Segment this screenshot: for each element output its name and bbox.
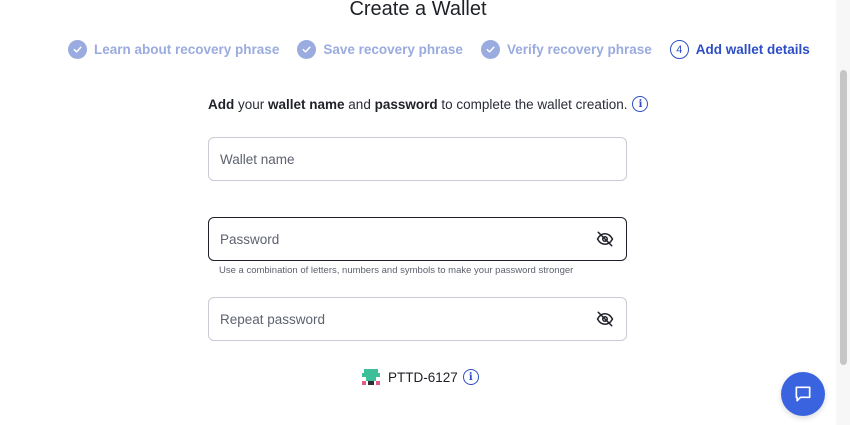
- intro-text-part: your: [234, 96, 269, 112]
- step-label: Verify recovery phrase: [506, 42, 652, 57]
- chat-button[interactable]: [781, 372, 825, 416]
- eye-off-icon[interactable]: [595, 229, 615, 249]
- wallet-name-field: [208, 137, 627, 181]
- check-icon: [68, 40, 87, 59]
- identicon-icon: [362, 368, 380, 386]
- wallet-checksum: PTTD-6127 i: [362, 368, 479, 386]
- scrollbar-thumb[interactable]: [840, 70, 847, 365]
- step-label: Add wallet details: [695, 42, 810, 57]
- password-field: [208, 217, 627, 261]
- info-icon[interactable]: i: [462, 369, 479, 385]
- intro-wallet-name: wallet name: [268, 96, 345, 112]
- step-label: Save recovery phrase: [323, 42, 463, 57]
- repeat-password-field: [208, 297, 627, 341]
- step-save-recovery-phrase[interactable]: Save recovery phrase: [297, 40, 463, 59]
- intro-text-part: and: [344, 96, 375, 112]
- page-title: Create a Wallet: [349, 0, 487, 20]
- step-verify-recovery-phrase[interactable]: Verify recovery phrase: [480, 40, 652, 59]
- step-add-wallet-details[interactable]: 4 Add wallet details: [669, 40, 810, 59]
- step-number: 4: [669, 40, 689, 59]
- intro-text-part: to complete the wallet creation.: [437, 96, 628, 112]
- intro-password: password: [374, 96, 438, 112]
- wallet-checksum-label: PTTD-6127: [388, 369, 458, 385]
- repeat-password-input[interactable]: [220, 311, 595, 327]
- step-learn-recovery-phrase[interactable]: Learn about recovery phrase: [68, 40, 279, 59]
- wallet-name-input[interactable]: [220, 151, 615, 167]
- password-hint: Use a combination of letters, numbers an…: [219, 265, 574, 276]
- password-input[interactable]: [220, 231, 595, 247]
- check-icon: [297, 40, 317, 59]
- info-icon[interactable]: i: [632, 96, 649, 112]
- step-label: Learn about recovery phrase: [94, 42, 280, 57]
- intro-text: Add your wallet name and password to com…: [208, 96, 649, 112]
- check-icon: [480, 40, 500, 59]
- chat-icon: [795, 386, 811, 402]
- intro-add: Add: [208, 96, 235, 112]
- eye-off-icon[interactable]: [595, 309, 615, 329]
- stepper: Learn about recovery phrase Save recover…: [68, 40, 810, 59]
